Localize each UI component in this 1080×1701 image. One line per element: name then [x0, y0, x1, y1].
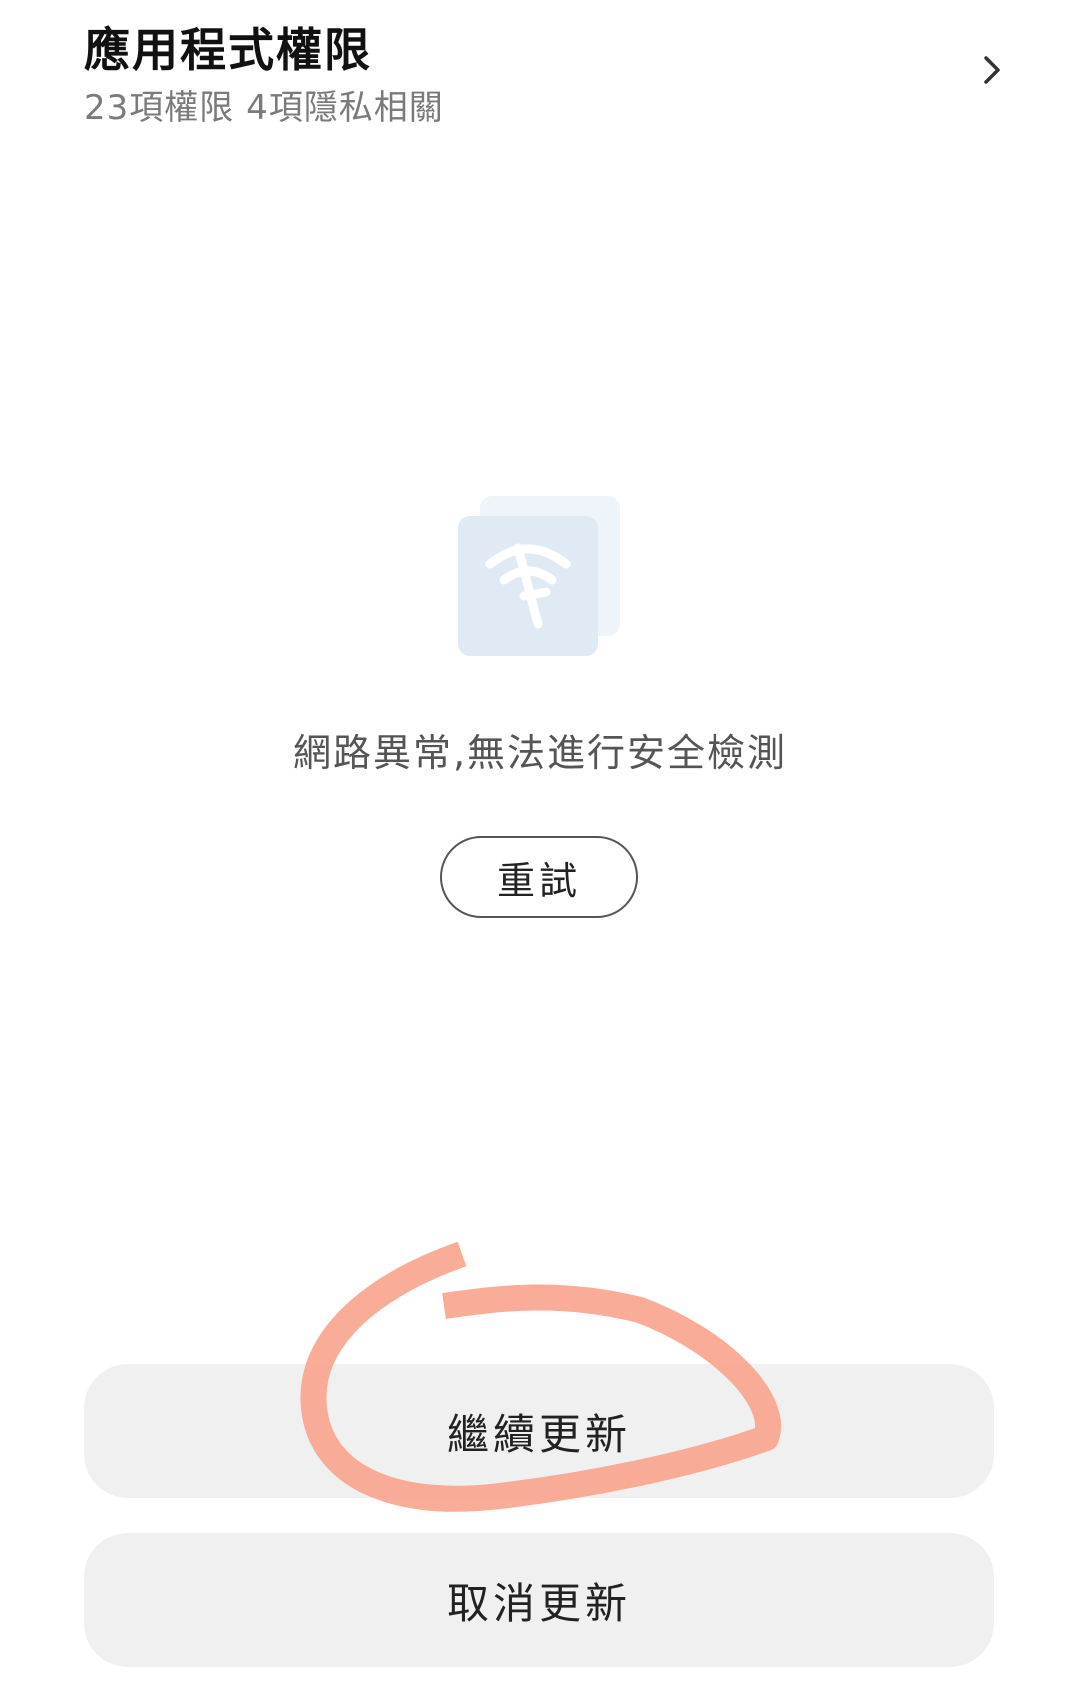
app-permissions-row[interactable]: 應用程式權限 23項權限 4項隱私相關 [0, 0, 1080, 140]
chevron-right-icon [984, 56, 1000, 84]
permissions-summary: 23項權限 4項隱私相關 [84, 88, 444, 128]
network-error-message: 網路異常,無法進行安全檢測 [292, 731, 788, 775]
permissions-title: 應用程式權限 [84, 23, 372, 77]
no-network-icon [458, 496, 620, 656]
continue-update-button[interactable]: 繼續更新 [84, 1364, 994, 1498]
retry-button[interactable]: 重試 [440, 836, 638, 918]
cancel-update-button[interactable]: 取消更新 [84, 1533, 994, 1667]
